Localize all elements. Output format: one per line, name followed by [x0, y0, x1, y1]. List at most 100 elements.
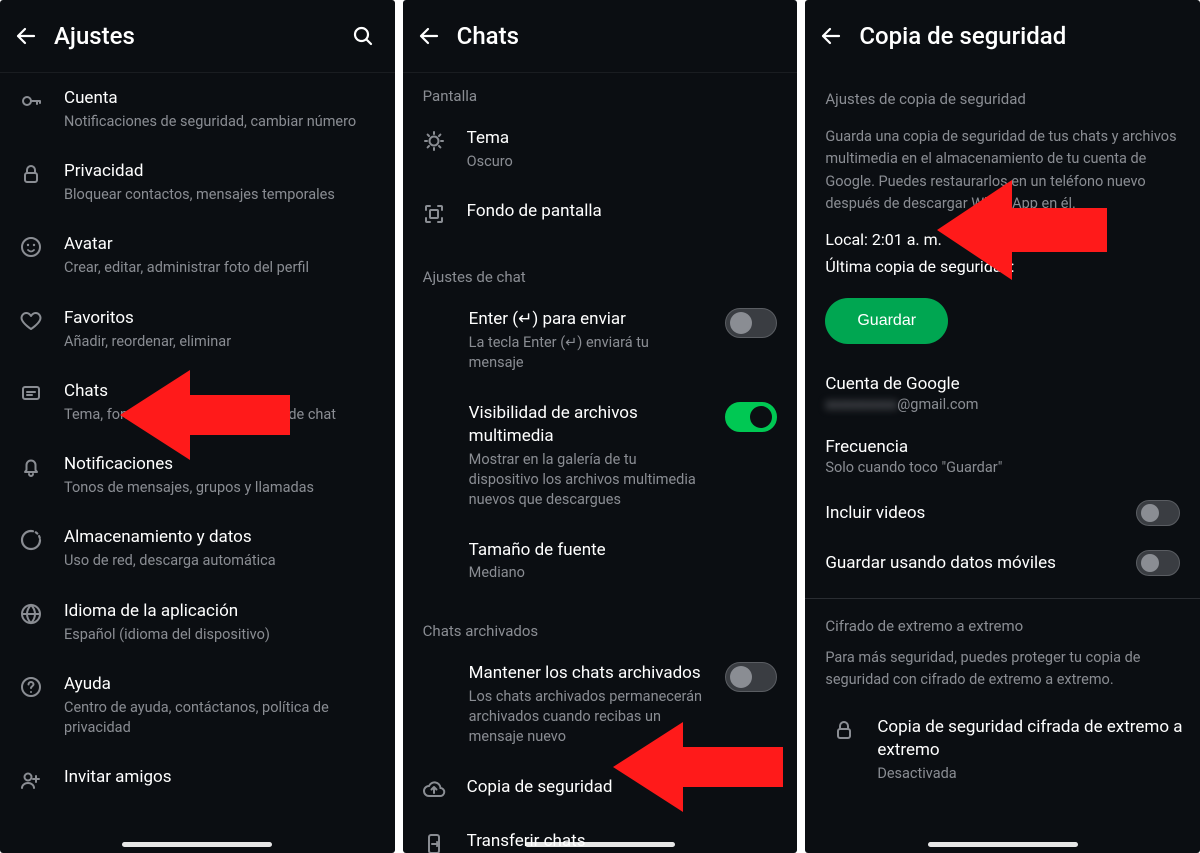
item-subtitle: Notificaciones de seguridad, cambiar núm…: [64, 112, 379, 132]
toggle-mobile-data[interactable]: [1136, 550, 1180, 576]
settings-item-invitar[interactable]: Invitar amigos: [0, 752, 395, 806]
header: Chats: [403, 0, 798, 72]
settings-item-idioma[interactable]: Idioma de la aplicación Español (idioma …: [0, 586, 395, 659]
item-subtitle: Mostrar en la galería de tu dispositivo …: [469, 450, 704, 511]
item-subtitle: Mediano: [469, 563, 778, 583]
face-icon: [16, 233, 46, 259]
header: Copia de seguridad: [805, 0, 1200, 72]
chat-icon: [16, 380, 46, 406]
settings-panel: Ajustes Cuenta Notificaciones de segurid…: [0, 0, 395, 853]
item-title: Fondo de pantalla: [467, 200, 782, 223]
settings-item-ayuda[interactable]: Ayuda Centro de ayuda, contáctanos, polí…: [0, 659, 395, 753]
item-backup[interactable]: Copia de seguridad: [403, 762, 798, 816]
toggle-enter-send[interactable]: [725, 308, 777, 338]
section-pantalla: Pantalla: [403, 73, 798, 113]
lock-icon: [16, 160, 46, 186]
section-backup-settings: Ajustes de copia de seguridad: [805, 72, 1200, 116]
key-icon: [16, 87, 46, 113]
back-arrow-icon: [14, 24, 38, 48]
theme-icon: [419, 127, 449, 153]
item-title: Idioma de la aplicación: [64, 600, 379, 623]
item-media-visibility[interactable]: Visibilidad de archivos multimedia Mostr…: [403, 388, 798, 525]
page-title: Chats: [457, 22, 786, 50]
row-mobile-data[interactable]: Guardar usando datos móviles: [805, 538, 1200, 588]
settings-item-almacenamiento[interactable]: Almacenamiento y datos Uso de red, desca…: [0, 512, 395, 585]
item-keep-archived[interactable]: Mantener los chats archivados Los chats …: [403, 648, 798, 762]
back-arrow-icon: [417, 24, 441, 48]
item-fondo[interactable]: Fondo de pantalla: [403, 186, 798, 240]
toggle-media-visibility[interactable]: [725, 402, 777, 432]
row-google-account[interactable]: Cuenta de Google xxxxxxxxxx@gmail.com: [805, 362, 1200, 425]
lock-icon: [829, 716, 859, 742]
item-title: Avatar: [64, 233, 379, 256]
save-backup-button[interactable]: Guardar: [825, 298, 948, 344]
search-button[interactable]: [343, 16, 383, 56]
nav-bar-indicator: [122, 842, 272, 847]
nav-bar-indicator: [525, 842, 675, 847]
item-subtitle: Uso de red, descarga automática: [64, 551, 379, 571]
e2e-description: Para más seguridad, puedes proteger tu c…: [825, 647, 1180, 692]
settings-item-cuenta[interactable]: Cuenta Notificaciones de seguridad, camb…: [0, 73, 395, 146]
item-subtitle: Bloquear contactos, mensajes temporales: [64, 185, 379, 205]
toggle-keep-archived[interactable]: [725, 662, 777, 692]
help-icon: [16, 673, 46, 699]
item-subtitle: La tecla Enter (↵) enviará tu mensaje: [469, 333, 704, 374]
item-subtitle: Tema, fondos de pantalla, historial de c…: [64, 405, 379, 425]
settings-item-privacidad[interactable]: Privacidad Bloquear contactos, mensajes …: [0, 146, 395, 219]
last-backup-label: Última copia de seguridad:: [805, 253, 1200, 280]
row-include-videos[interactable]: Incluir videos: [805, 488, 1200, 538]
item-title: Favoritos: [64, 307, 379, 330]
item-enter-send[interactable]: Enter (↵) para enviar La tecla Enter (↵)…: [403, 294, 798, 388]
item-font-size[interactable]: Tamaño de fuente Mediano: [403, 525, 798, 598]
back-button[interactable]: [811, 16, 851, 56]
back-button[interactable]: [409, 16, 449, 56]
settings-item-notificaciones[interactable]: Notificaciones Tonos de mensajes, grupos…: [0, 439, 395, 512]
wallpaper-icon: [419, 200, 449, 226]
settings-item-avatar[interactable]: Avatar Crear, editar, administrar foto d…: [0, 219, 395, 292]
item-title: Guardar usando datos móviles: [825, 553, 1128, 573]
toggle-include-videos[interactable]: [1136, 500, 1180, 526]
email-hidden-part: xxxxxxxxxx: [825, 396, 897, 413]
back-button[interactable]: [6, 16, 46, 56]
nav-bar-indicator: [928, 842, 1078, 847]
row-frequency[interactable]: Frecuencia Solo cuando toco "Guardar": [805, 425, 1200, 488]
chats-settings-panel: Chats Pantalla Tema Oscuro Fondo de pant…: [403, 0, 798, 853]
item-title: Enter (↵) para enviar: [469, 308, 704, 331]
transfer-icon: [419, 830, 449, 853]
item-title: Copia de seguridad cifrada de extremo a …: [877, 716, 1184, 762]
bell-icon: [16, 453, 46, 479]
item-subtitle: Centro de ayuda, contáctanos, política d…: [64, 698, 379, 739]
item-title: Tamaño de fuente: [469, 539, 778, 562]
back-arrow-icon: [819, 24, 843, 48]
item-title: Frecuencia: [825, 437, 1180, 457]
page-title: Copia de seguridad: [859, 22, 1188, 50]
search-icon: [351, 24, 375, 48]
backup-description: Guarda una copia de seguridad de tus cha…: [825, 126, 1180, 216]
email-suffix: @gmail.com: [897, 396, 978, 413]
item-title: Tema: [467, 127, 782, 150]
item-subtitle: Oscuro: [467, 152, 782, 172]
item-title: Invitar amigos: [64, 766, 379, 789]
settings-item-chats[interactable]: Chats Tema, fondos de pantalla, historia…: [0, 366, 395, 439]
item-title: Almacenamiento y datos: [64, 526, 379, 549]
item-title: Cuenta: [64, 87, 379, 110]
item-title: Incluir videos: [825, 503, 1128, 523]
item-subtitle: Crear, editar, administrar foto del perf…: [64, 258, 379, 278]
settings-item-favoritos[interactable]: Favoritos Añadir, reordenar, eliminar: [0, 293, 395, 366]
item-title: Ayuda: [64, 673, 379, 696]
item-title: Notificaciones: [64, 453, 379, 476]
item-e2e-backup[interactable]: Copia de seguridad cifrada de extremo a …: [805, 702, 1200, 798]
item-subtitle: Solo cuando toco "Guardar": [825, 459, 1180, 476]
item-title: Chats: [64, 380, 379, 403]
item-subtitle: Los chats archivados permanecerán archiv…: [469, 687, 704, 748]
item-subtitle: Tonos de mensajes, grupos y llamadas: [64, 478, 379, 498]
item-title: Privacidad: [64, 160, 379, 183]
item-title: Mantener los chats archivados: [469, 662, 704, 685]
item-subtitle: Desactivada: [877, 764, 1184, 784]
google-email: xxxxxxxxxx@gmail.com: [825, 396, 1180, 413]
globe-icon: [16, 600, 46, 626]
section-e2e: Cifrado de extremo a extremo: [805, 603, 1200, 643]
page-title: Ajustes: [54, 22, 335, 50]
item-transfer[interactable]: Transferir chats: [403, 816, 798, 853]
item-tema[interactable]: Tema Oscuro: [403, 113, 798, 186]
